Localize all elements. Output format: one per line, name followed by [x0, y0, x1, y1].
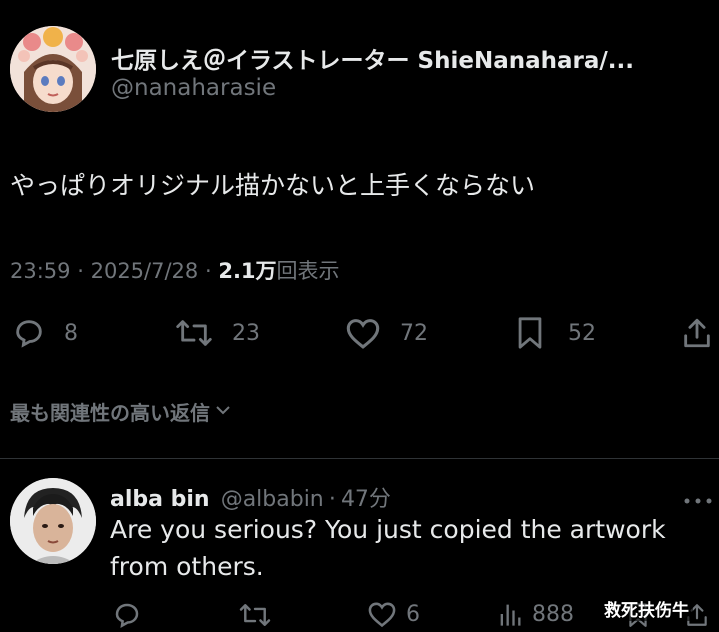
retweet-button[interactable]: 23 — [174, 316, 260, 350]
meta-separator: · — [328, 487, 336, 512]
retweet-count: 23 — [232, 320, 260, 346]
author-avatar-illustration — [10, 26, 96, 112]
speech-bubble-icon — [112, 600, 142, 630]
reply-text: Are you serious? You just copied the art… — [110, 515, 666, 581]
tweet-meta: 23:59 · 2025/7/28 · 2.1万回表示 — [10, 255, 340, 285]
tweet-date[interactable]: 2025/7/28 — [91, 259, 199, 283]
tweet-text: やっぱりオリジナル描かないと上手くならない — [10, 171, 536, 200]
author-display-name[interactable]: 七原しえ＠イラストレーター ShieNanahara/... — [111, 41, 634, 75]
reply-views-count: 888 — [532, 601, 574, 627]
bookmark-count: 52 — [568, 320, 596, 346]
tweet-time[interactable]: 23:59 — [10, 259, 71, 283]
share-upload-icon — [680, 316, 714, 350]
like-button[interactable]: 72 — [344, 316, 428, 350]
reply-avatar-photo — [10, 478, 96, 564]
speech-bubble-icon — [12, 316, 46, 350]
reply-header: alba bin @albabin · 47分 — [110, 481, 391, 513]
reply-count: 8 — [64, 320, 78, 346]
heart-icon — [366, 600, 398, 628]
reply-reply-button[interactable] — [112, 600, 142, 630]
meta-separator: · — [204, 259, 212, 283]
reply-button[interactable]: 8 — [12, 316, 78, 350]
section-divider — [0, 458, 719, 459]
retweet-arrows-icon — [238, 600, 272, 630]
reply-display-name[interactable]: alba bin — [110, 487, 210, 512]
reply-handle[interactable]: @albabin — [221, 487, 324, 512]
reply-time[interactable]: 47分 — [341, 487, 391, 512]
more-dots-icon[interactable] — [683, 490, 713, 509]
retweet-arrows-icon — [174, 316, 214, 350]
meta-separator: · — [77, 259, 84, 283]
bar-chart-icon — [496, 600, 524, 628]
author-handle[interactable]: @nanaharasie — [111, 75, 276, 101]
reply-like-button[interactable]: 6 — [366, 600, 420, 628]
reply-like-count: 6 — [406, 601, 420, 627]
reply-views-button[interactable]: 888 — [496, 600, 574, 628]
chevron-down-icon — [214, 400, 232, 424]
like-count: 72 — [400, 320, 428, 346]
reply-avatar[interactable] — [10, 478, 96, 564]
views-label: 回表示 — [276, 259, 340, 283]
author-avatar[interactable] — [10, 26, 96, 112]
views-count[interactable]: 2.1万 — [218, 259, 276, 283]
reply-retweet-button[interactable] — [238, 600, 272, 630]
sort-label: 最も関連性の高い返信 — [10, 401, 210, 425]
heart-icon — [344, 316, 382, 350]
reply-sort-dropdown[interactable]: 最も関連性の高い返信 — [10, 397, 232, 426]
bookmark-button[interactable]: 52 — [514, 316, 596, 350]
share-button[interactable] — [680, 316, 714, 350]
watermark-text: 救死扶伤牛 — [600, 596, 693, 621]
bookmark-icon — [514, 316, 546, 350]
